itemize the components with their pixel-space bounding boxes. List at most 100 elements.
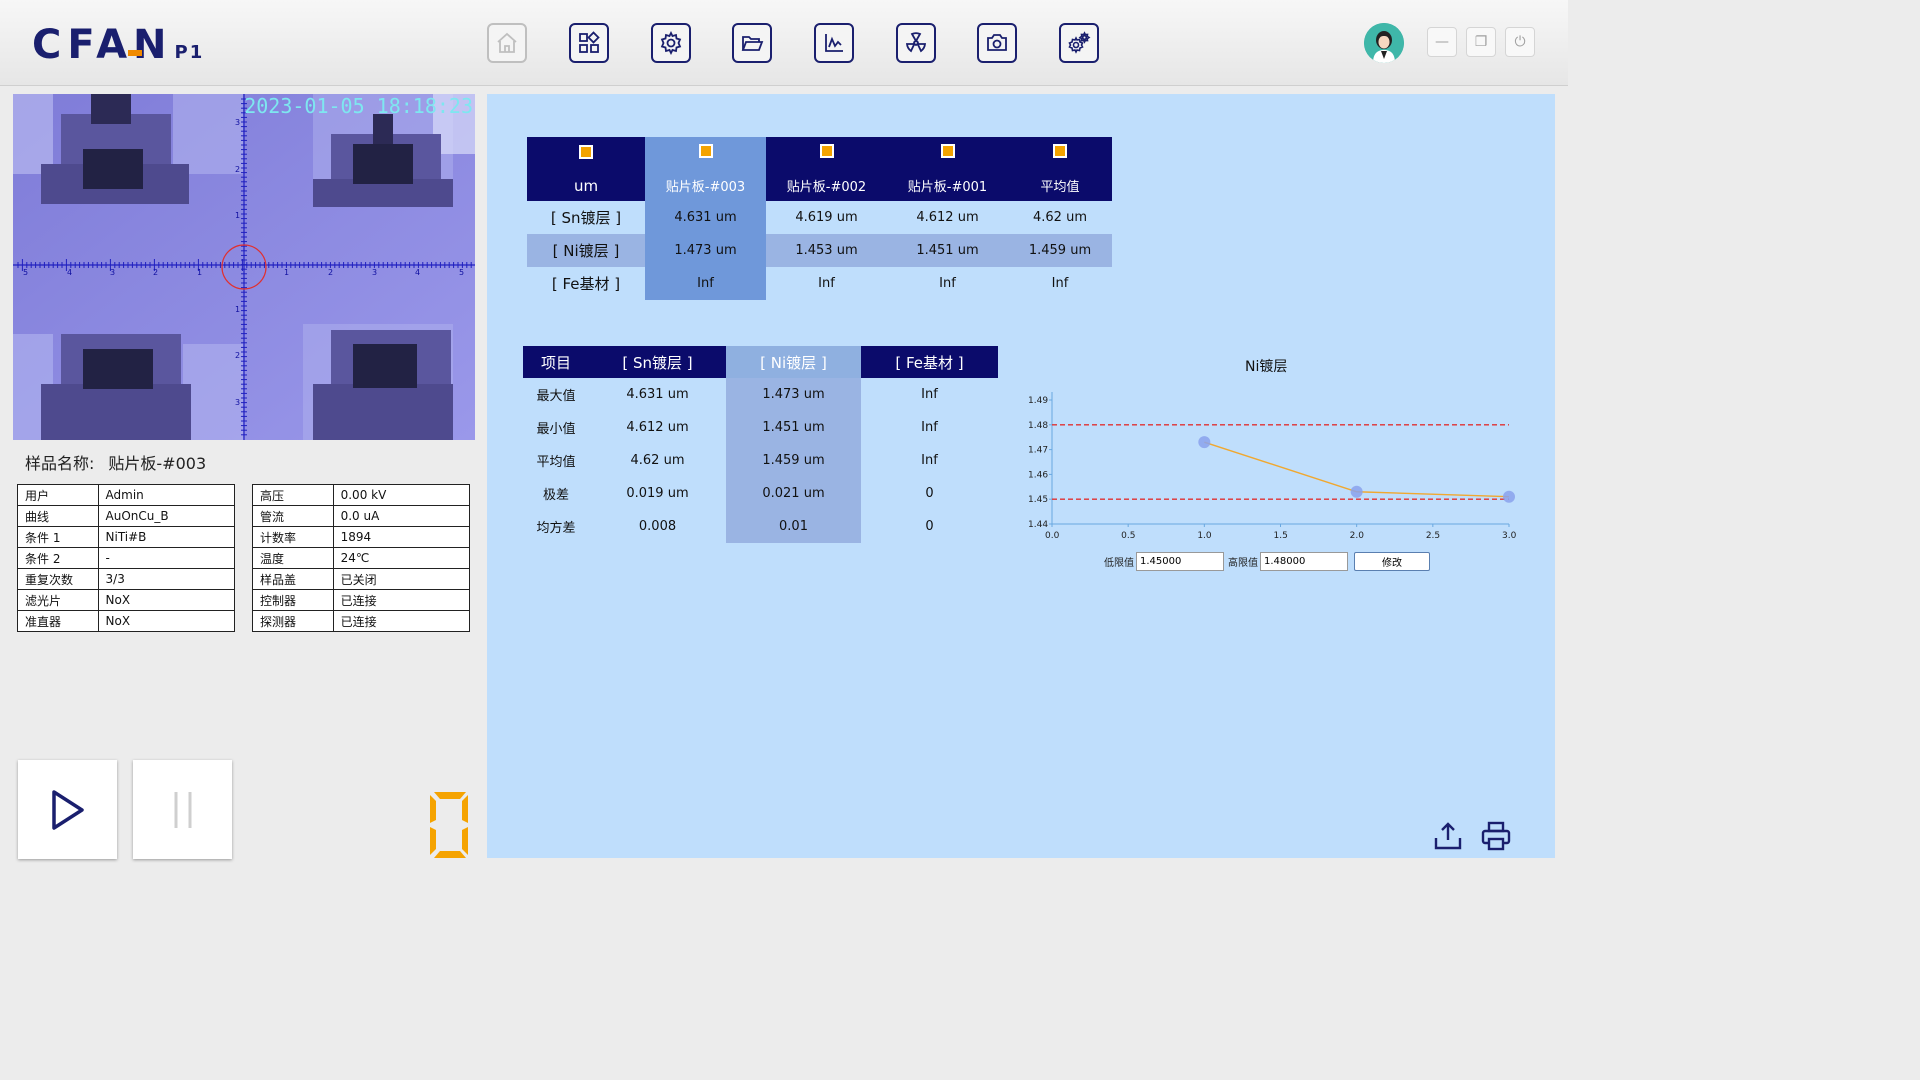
stats-cell: Inf [921,453,938,468]
chart-title: Ni镀层 [1245,359,1288,375]
info-label: 滤光片 [17,589,99,611]
info-label: 用户 [17,484,99,506]
ruler-tick-label: 3 [235,398,240,407]
ruler-tick-label: 2 [235,351,240,360]
modify-button[interactable]: 修改 [1354,552,1430,571]
info-table-right: 高压 0.00 kV 管流 0.0 uA 计数率 1894 温度 24℃ 样品盖 已关闭 控制器 已连… [252,484,471,632]
stats-cell: 0.021 um [726,477,861,510]
stats-row-label: 平均值 [536,455,576,470]
info-value: 0.00 kV [332,484,471,506]
home-icon [497,32,517,53]
x-tick-label: 1.0 [1197,531,1212,541]
minimize-button[interactable]: — [1427,27,1457,57]
checkbox-col-4[interactable] [1053,144,1067,158]
results-col-header[interactable]: 贴片板-#003 [645,137,766,201]
ruler-tick-label: 3 [372,268,377,277]
info-row: 重复次数 3/3 [17,568,236,590]
stats-cell: 1.459 um [726,444,861,477]
stats-cell: 0 [925,519,934,534]
checkbox-col-2[interactable] [819,144,834,158]
settings-button[interactable] [651,23,691,63]
x-tick-label: 2.5 [1426,531,1440,541]
info-row: 条件 1 NiTi#B [17,526,236,548]
y-tick-label: 1.44 [1028,520,1048,530]
info-label: 曲线 [17,505,99,527]
restore-button[interactable]: ❐ [1466,27,1496,57]
chart-button[interactable] [814,23,854,63]
radiation-button[interactable] [896,23,936,63]
results-row: [ Ni镀层 ] 1.473 um 1.453 um 1.451 um 1.459 um [527,234,1112,267]
ruler-tick-label: 2 [328,268,333,277]
results-row-label: [ Sn镀层 ] [550,209,622,227]
folder-open-icon [741,36,764,51]
info-value: Admin [97,484,236,506]
open-folder-button[interactable] [732,23,772,63]
stats-row: 平均值 4.62 um 1.459 um Inf [523,444,998,477]
results-row: [ Sn镀层 ] 4.631 um 4.619 um 4.612 um 4.62 um [527,201,1112,234]
checkbox-col-1[interactable] [698,144,713,158]
stats-cell: 1.473 um [726,378,861,411]
low-limit-input[interactable] [1136,552,1224,571]
avatar-image [1364,23,1404,63]
info-value: 3/3 [97,568,236,590]
info-value: NiTi#B [97,526,236,548]
info-value: NoX [97,589,236,611]
info-label: 样品盖 [252,568,334,590]
user-avatar[interactable] [1364,23,1404,63]
play-icon [51,789,84,830]
x-tick-label: 0.0 [1045,531,1060,541]
ruler-tick-label: 1 [197,268,202,277]
checkbox-col-3[interactable] [940,144,955,158]
export-icon[interactable] [1432,820,1464,852]
results-col-header[interactable]: 贴片板-#002 [766,137,887,201]
print-icon[interactable] [1480,820,1512,852]
ruler-tick-label: 5 [23,268,28,277]
info-value: 24℃ [332,547,471,569]
home-button[interactable] [487,23,527,63]
ruler-tick-label: 5 [459,268,464,277]
results-col-header[interactable]: 贴片板-#001 [887,137,1008,201]
x-tick-label: 0.5 [1121,531,1135,541]
checkbox-all[interactable] [579,145,593,159]
results-unit-header: um [527,137,645,201]
info-row: 曲线 AuOnCu_B [17,505,236,527]
info-row: 探测器 已连接 [252,610,471,632]
info-value: 已连接 [332,589,471,611]
y-tick-label: 1.45 [1028,495,1048,505]
sample-name-value: 贴片板-#003 [108,454,207,473]
pause-button[interactable] [133,760,232,859]
info-row: 温度 24℃ [252,547,471,569]
camera-view[interactable]: 5 4 3 2 1 1 2 3 4 5 3 2 1 1 2 3 2023-01-05 18:18:23 [13,94,475,440]
results-row-label: [ Ni镀层 ] [527,234,645,267]
info-row: 条件 2- [17,547,236,569]
top-bar: CFAN P1 — ❐ ⏻ [0,0,1568,86]
apps-button[interactable] [569,23,609,63]
low-limit-label: 低限值 [1104,558,1134,569]
gears-icon [1068,31,1091,54]
stats-row-label: 极差 [542,488,569,503]
info-value: 1894 [332,526,471,548]
camera-timestamp: 2023-01-05 18:18:23 [244,94,473,118]
camera-image: 5 4 3 2 1 1 2 3 4 5 3 2 1 1 2 3 [13,94,475,440]
sample-name: 样品名称: 贴片板-#003 [25,450,206,474]
play-button[interactable] [18,760,117,859]
power-button[interactable]: ⏻ [1505,27,1535,57]
high-limit-input[interactable] [1260,552,1348,571]
stats-row-label: 最小值 [536,422,576,437]
info-row: 管流 0.0 uA [252,505,471,527]
results-cell: Inf [939,276,956,291]
sample-name-label: 样品名称: [25,454,95,473]
stats-header-ni: [ Ni镀层 ] [726,346,861,378]
gear-icon [660,31,682,55]
results-cell: 4.62 um [1033,210,1087,225]
advanced-settings-button[interactable] [1059,23,1099,63]
stats-cell: 0.01 [726,510,861,543]
results-col-header[interactable]: 平均值 [1008,137,1112,201]
results-cell: 4.619 um [795,210,858,225]
y-tick-label: 1.49 [1028,396,1048,406]
results-cell: Inf [645,267,766,300]
pause-icon [174,791,191,828]
camera-button[interactable] [977,23,1017,63]
stats-cell: 1.451 um [726,411,861,444]
info-label: 条件 2 [17,547,99,569]
